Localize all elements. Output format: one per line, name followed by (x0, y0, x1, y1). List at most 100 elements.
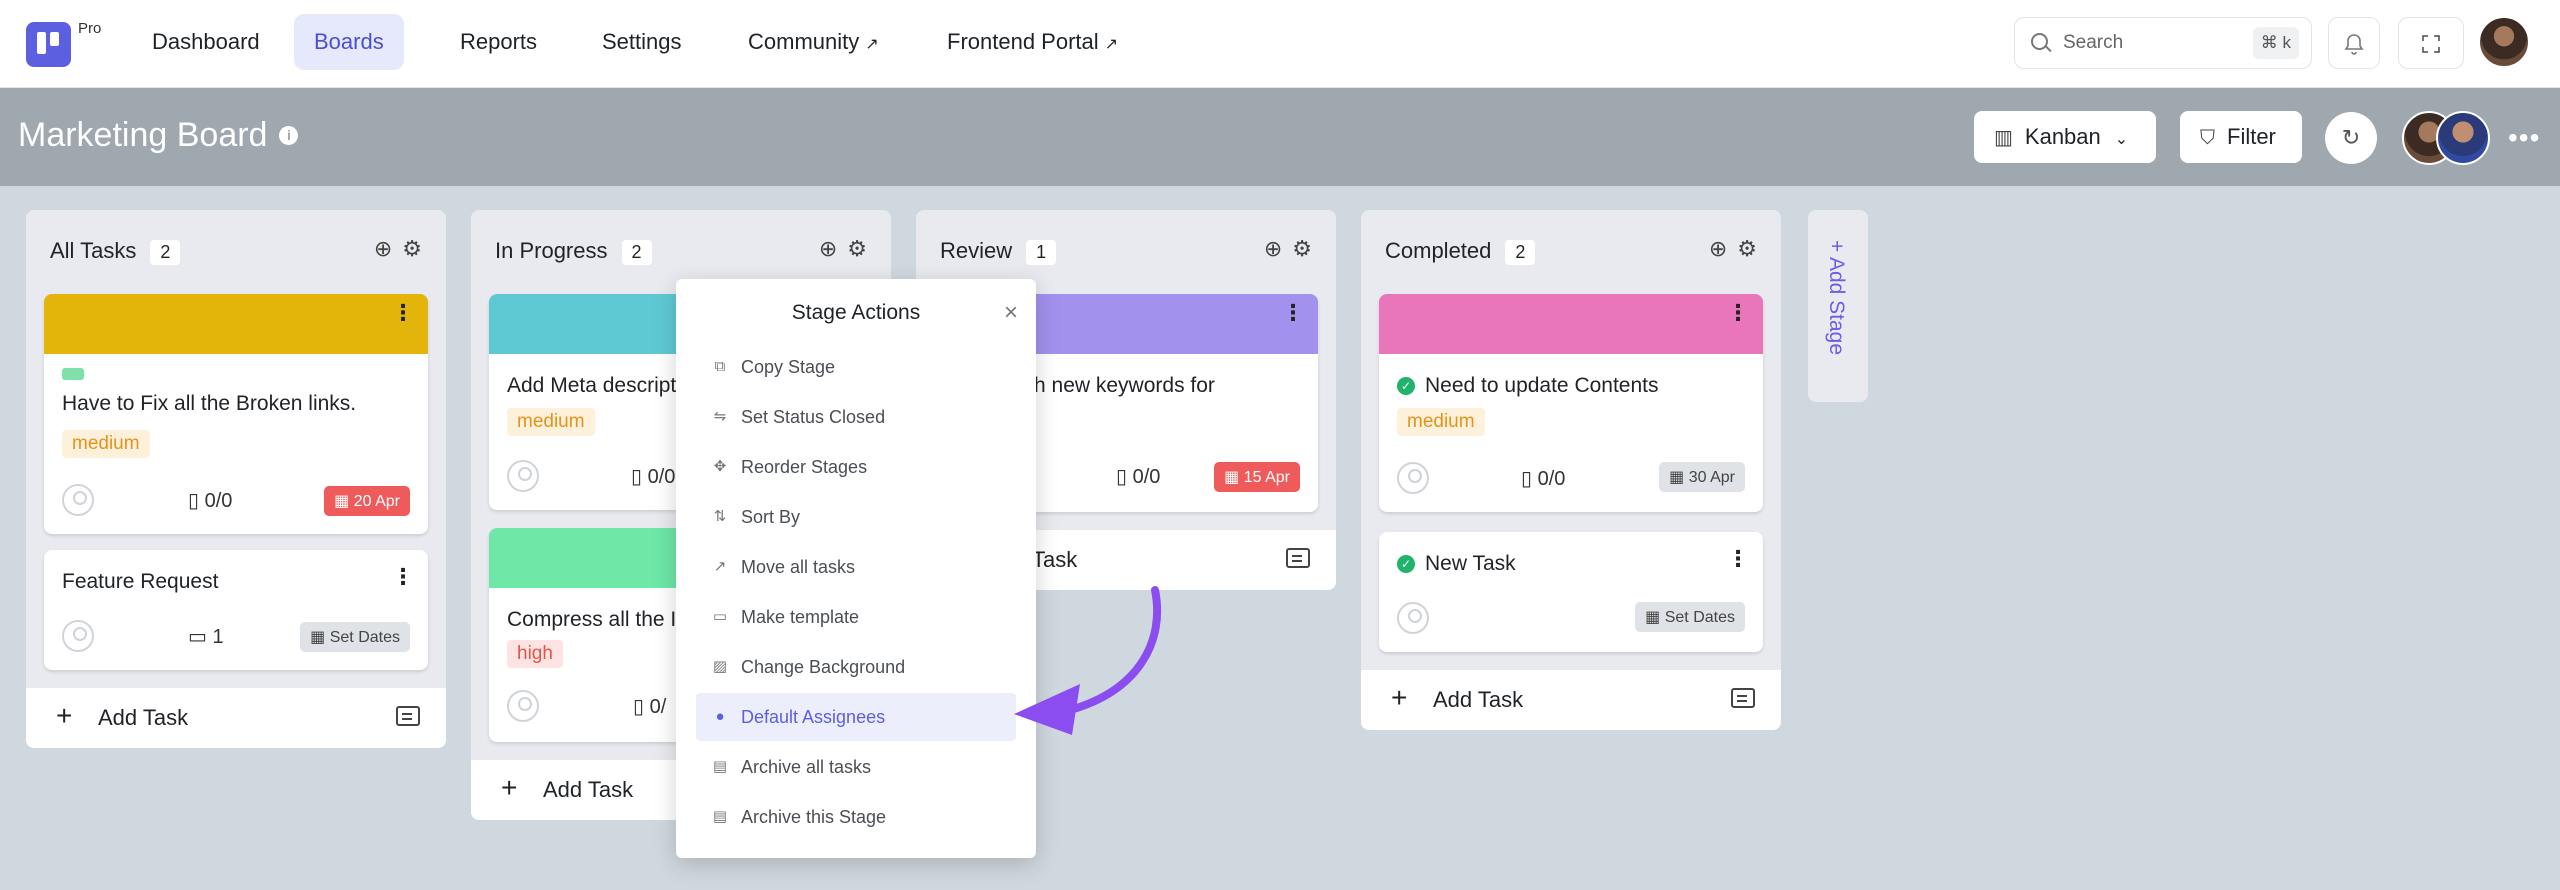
checklist-icon: ▯ (1521, 468, 1533, 490)
set-dates-button[interactable]: ▦ Set Dates (300, 622, 410, 652)
card-title: Compress all the Ir (507, 608, 684, 631)
menu-item-set-status-closed[interactable]: ⇋ Set Status Closed (696, 393, 1016, 441)
refresh-button[interactable]: ↻ (2325, 112, 2377, 164)
annotation-arrow-icon (1014, 586, 1162, 735)
card-title: Add Meta descript (507, 374, 677, 397)
stage-name: Review (940, 238, 1013, 263)
menu-item-make-template[interactable]: ▭ Make template (696, 593, 1016, 641)
add-stage-button[interactable]: + Add Stage (1808, 210, 1868, 402)
gear-icon[interactable]: ⚙ (402, 236, 422, 261)
menu-item-copy-stage[interactable]: ⧉ Copy Stage (696, 343, 1016, 391)
due-date-badge[interactable]: ▦ 30 Apr (1659, 462, 1745, 492)
task-card[interactable]: ⋮ Have to Fix all the Broken links. medi… (44, 294, 428, 534)
menu-item-label: Archive all tasks (741, 757, 872, 777)
stage-header: All Tasks 2 (50, 238, 181, 265)
menu-item-label: Reorder Stages (741, 457, 868, 477)
card-title: Feature Request (62, 570, 219, 593)
nav-frontend-portal[interactable]: Frontend Portal ↗ (927, 14, 1138, 70)
filter-icon: ⛉ (2200, 127, 2215, 149)
search-box[interactable]: ⌘ k (2014, 17, 2312, 69)
close-icon[interactable]: × (1004, 299, 1018, 327)
bell-icon (2344, 33, 2364, 55)
nav-settings[interactable]: Settings (582, 14, 702, 70)
external-link-icon: ↗ (1104, 36, 1119, 53)
search-input[interactable] (2063, 28, 2243, 58)
task-card[interactable]: ⋮ Feature Request ▭ 1 ▦ Set Dates (44, 550, 428, 670)
assignee-placeholder-icon[interactable] (1397, 462, 1429, 494)
add-circle-icon[interactable]: ⊕ (1264, 236, 1282, 261)
menu-item-default-assignees[interactable]: ● Default Assignees (696, 693, 1016, 741)
due-date-text: 15 Apr (1243, 469, 1290, 486)
view-switcher-button[interactable]: ▥ Kanban ⌄ (1974, 111, 2156, 163)
menu-item-label: Change Background (741, 657, 906, 677)
nav-dashboard[interactable]: Dashboard (132, 14, 280, 70)
menu-item-sort-by[interactable]: ⇅ Sort By (696, 493, 1016, 541)
template-icon[interactable] (1286, 548, 1310, 568)
stage-completed: Completed 2 ⊕ ⚙ ⋮ ✓ Need to update Contents… (1361, 210, 1781, 730)
set-dates-button[interactable]: ▦ Set Dates (1635, 602, 1745, 632)
task-card[interactable]: ⋮ ✓ New Task ▦ Set Dates (1379, 532, 1763, 652)
stage-header: Completed 2 (1385, 238, 1536, 265)
assignee-placeholder-icon[interactable] (62, 620, 94, 652)
kebab-menu-icon[interactable]: ⋮ (1727, 302, 1749, 324)
nav-community[interactable]: Community ↗ (728, 14, 899, 70)
kebab-menu-icon[interactable]: ⋮ (392, 302, 414, 324)
gear-icon[interactable]: ⚙ (847, 236, 867, 261)
menu-item-archive-all-tasks[interactable]: ▤ Archive all tasks (696, 743, 1016, 791)
board-title: Marketing Board i (18, 116, 299, 155)
archive-icon: ▤ (712, 808, 728, 825)
fullscreen-button[interactable] (2398, 17, 2464, 69)
more-options-icon[interactable]: ••• (2508, 122, 2540, 154)
gear-icon[interactable]: ⚙ (1737, 236, 1757, 261)
stage-actions: ⊕ ⚙ (364, 236, 422, 262)
gear-icon[interactable]: ⚙ (1292, 236, 1312, 261)
checklist-icon: ▯ (633, 696, 645, 718)
stage-all-tasks: All Tasks 2 ⊕ ⚙ ⋮ Have to Fix all the Brok… (26, 210, 446, 748)
assignee-placeholder-icon[interactable] (62, 484, 94, 516)
priority-badge: medium (507, 408, 595, 436)
kebab-menu-icon[interactable]: ⋮ (1282, 302, 1304, 324)
add-task-label: Add Task (543, 777, 634, 802)
info-icon[interactable]: i (279, 126, 299, 145)
app-logo[interactable] (26, 22, 71, 67)
nav-boards[interactable]: Boards (294, 14, 404, 70)
add-task-button[interactable]: + Add Task (26, 688, 446, 748)
chevron-down-icon: ⌄ (2114, 131, 2129, 148)
menu-item-reorder-stages[interactable]: ✥ Reorder Stages (696, 443, 1016, 491)
kebab-menu-icon[interactable]: ⋮ (1727, 548, 1749, 570)
template-icon[interactable] (1731, 688, 1755, 708)
due-date-badge[interactable]: ▦ 20 Apr (324, 486, 410, 516)
user-avatar[interactable] (2478, 16, 2530, 68)
image-icon: ▨ (712, 658, 728, 675)
filter-button[interactable]: ⛉ Filter (2180, 111, 2302, 163)
nav-reports[interactable]: Reports (440, 14, 557, 70)
member-avatar[interactable] (2436, 111, 2490, 165)
add-task-button[interactable]: + Add Task (1361, 670, 1781, 730)
calendar-icon: ▦ (334, 493, 350, 510)
board-header: Marketing Board i ▥ Kanban ⌄ ⛉ Filter ↻ ••• (0, 88, 2560, 186)
card-title: Have to Fix all the Broken links. (62, 392, 357, 415)
assignee-placeholder-icon[interactable] (507, 460, 539, 492)
template-icon[interactable] (396, 706, 420, 726)
card-title: h new keywords for (1034, 374, 1215, 397)
notifications-button[interactable] (2328, 17, 2380, 69)
menu-item-move-all-tasks[interactable]: ↗ Move all tasks (696, 543, 1016, 591)
add-circle-icon[interactable]: ⊕ (374, 236, 392, 261)
menu-item-change-background[interactable]: ▨ Change Background (696, 643, 1016, 691)
kebab-menu-icon[interactable]: ⋮ (392, 566, 414, 588)
stage-count: 1 (1026, 240, 1057, 265)
due-date-badge[interactable]: ▦ 15 Apr (1214, 462, 1300, 492)
board-title-text: Marketing Board (18, 116, 268, 154)
subtask-text: 0/0 (1537, 468, 1566, 490)
status-icon: ⇋ (713, 408, 727, 425)
add-circle-icon[interactable]: ⊕ (1709, 236, 1727, 261)
move-icon: ✥ (713, 458, 727, 475)
plus-icon: + (56, 700, 73, 731)
add-circle-icon[interactable]: ⊕ (819, 236, 837, 261)
set-dates-text: Set Dates (329, 629, 400, 646)
assignee-placeholder-icon[interactable] (507, 690, 539, 722)
subtask-count: ▯ 0/0 (1521, 466, 1565, 491)
task-card[interactable]: ⋮ ✓ Need to update Contents medium ▯ 0/0 … (1379, 294, 1763, 512)
assignee-placeholder-icon[interactable] (1397, 602, 1429, 634)
menu-item-archive-this-stage[interactable]: ▤ Archive this Stage (696, 793, 1016, 841)
